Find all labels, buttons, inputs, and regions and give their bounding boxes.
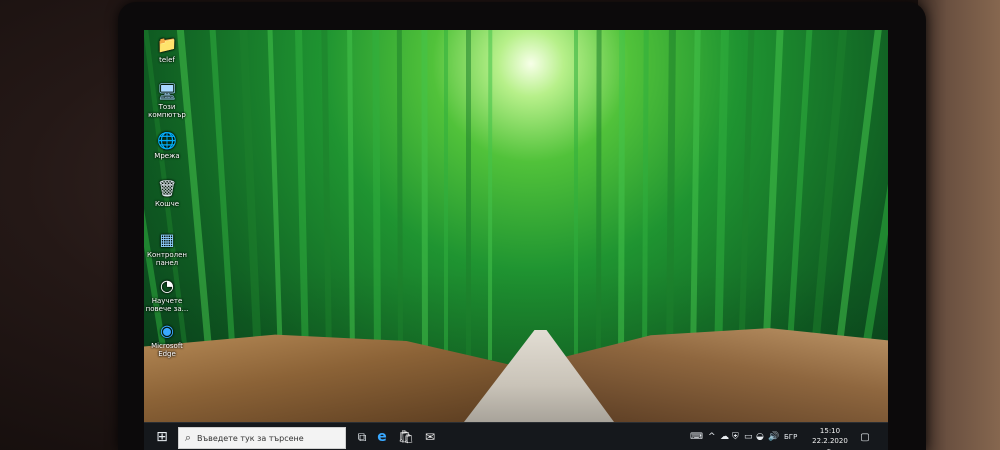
- taskbar-edge-button[interactable]: e: [370, 423, 394, 450]
- bamboo-stalk: [762, 30, 784, 360]
- network-icon: 🌐: [157, 131, 177, 150]
- desktop-icon-label: Мрежа: [154, 152, 180, 160]
- battery-icon[interactable]: ▭: [744, 429, 753, 445]
- desktop-icon-label: Контролен панел: [147, 251, 187, 267]
- bamboo-stalk: [444, 30, 448, 360]
- input-language-indicator[interactable]: БГР: [784, 429, 797, 445]
- wall-background: [918, 0, 1000, 450]
- desktop-icon-label: Този компютър: [148, 103, 186, 119]
- task-view-icon: ⧉: [357, 429, 367, 444]
- control-panel-icon: ▦: [159, 230, 175, 249]
- taskbar-store-button[interactable]: 🛍: [394, 423, 418, 450]
- volume-icon[interactable]: 🔊: [768, 429, 779, 445]
- bamboo-stalk: [267, 30, 283, 360]
- clock-date: 22.2.2020 г.: [812, 437, 848, 450]
- bamboo-stalk: [666, 30, 676, 360]
- store-icon: 🛍: [397, 429, 415, 445]
- bamboo-stalk: [596, 30, 602, 360]
- windows-logo-icon: ⊞: [156, 429, 168, 445]
- search-placeholder: Въведете тук за търсене: [197, 433, 304, 443]
- learn-more-icon: ◔: [160, 276, 174, 295]
- action-center-icon[interactable]: ▢: [856, 429, 874, 445]
- desktop-icon-label: Microsoft Edge: [151, 342, 183, 358]
- computer-icon: 🖥: [157, 82, 178, 101]
- mail-icon: ✉: [424, 430, 436, 444]
- bamboo-stalk: [618, 30, 626, 360]
- desktop-icon-learn-more[interactable]: ◔ Научете повече за...: [145, 276, 189, 314]
- bamboo-stalk: [466, 30, 471, 360]
- bamboo-stalk: [488, 30, 493, 360]
- desktop-icon-control-panel[interactable]: ▦ Контролен панел: [145, 230, 189, 268]
- bamboo-stalk: [347, 30, 355, 360]
- taskbar: ⊞ ⌕ Въведете тук за търсене ⧉ e 🛍 ✉ ⌨ ^ …: [144, 422, 888, 450]
- desktop-icons: 📁 telef 🖥 Този компютър 🌐 Мрежа 🗑 Кошче …: [144, 30, 194, 370]
- bamboo-stalk: [714, 30, 729, 360]
- desktop-icon-label: telef: [159, 56, 175, 64]
- desktop-icon-edge[interactable]: ◉ Microsoft Edge: [145, 321, 189, 359]
- desktop-icon-this-pc[interactable]: 🖥 Този компютър: [145, 82, 189, 120]
- bamboo-stalk: [642, 30, 649, 360]
- bamboo-stalk: [574, 30, 578, 360]
- bamboo-stalk: [209, 30, 236, 360]
- bamboo-stalk: [786, 30, 813, 360]
- desktop-icon-network[interactable]: 🌐 Мрежа: [145, 131, 189, 161]
- keyboard-icon[interactable]: ⌨: [690, 429, 703, 445]
- network-tray-icon[interactable]: ◒: [756, 429, 764, 445]
- bamboo-stalk: [738, 30, 755, 360]
- search-box[interactable]: ⌕ Въведете тук за търсене: [178, 427, 346, 449]
- onedrive-icon[interactable]: ☁: [720, 429, 729, 445]
- bamboo-stalk: [239, 30, 262, 360]
- show-hidden-icons-chevron-icon[interactable]: ^: [708, 429, 716, 445]
- taskbar-clock[interactable]: 15:10 22.2.2020 г.: [810, 426, 850, 450]
- desktop-icon-telef[interactable]: 📁 telef: [145, 35, 189, 65]
- bamboo-stalk: [690, 30, 701, 360]
- clock-time: 15:10: [819, 427, 841, 435]
- edge-icon: ◉: [160, 321, 174, 340]
- bamboo-stalk: [321, 30, 332, 360]
- bamboo-stalk: [421, 30, 428, 360]
- recycle-bin-icon: 🗑: [157, 179, 178, 198]
- bamboo-stalk: [396, 30, 403, 360]
- edge-icon: e: [377, 429, 387, 445]
- start-button[interactable]: ⊞: [150, 423, 174, 450]
- bamboo-stalks: [144, 30, 888, 360]
- desktop-icon-recycle-bin[interactable]: 🗑 Кошче: [145, 179, 189, 209]
- search-icon: ⌕: [184, 431, 192, 444]
- security-icon[interactable]: ⛨: [732, 429, 739, 445]
- desktop-icon-label: Научете повече за...: [145, 297, 189, 313]
- bamboo-stalk: [295, 30, 309, 360]
- desktop-icon-label: Кошче: [154, 200, 180, 208]
- bamboo-stalk: [372, 30, 381, 360]
- folder-icon: 📁: [157, 35, 177, 54]
- desktop-screen: 📁 telef 🖥 Този компютър 🌐 Мрежа 🗑 Кошче …: [144, 30, 888, 450]
- taskbar-mail-button[interactable]: ✉: [418, 423, 442, 450]
